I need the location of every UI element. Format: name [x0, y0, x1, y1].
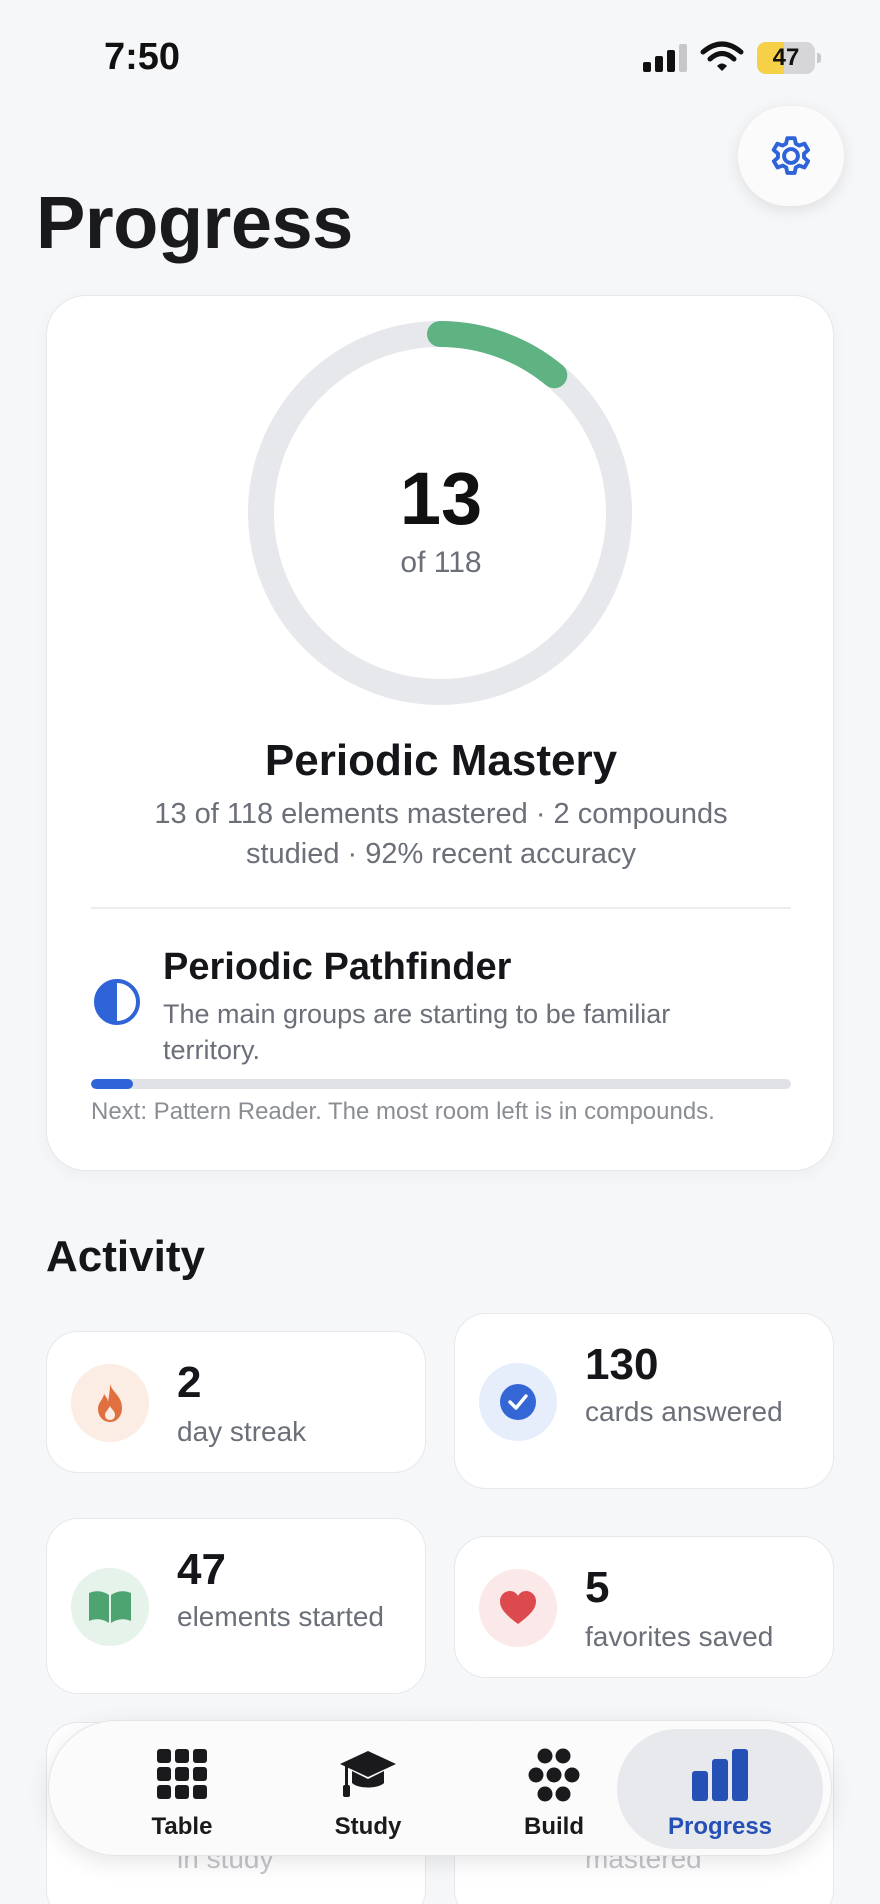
grid-icon — [157, 1749, 207, 1799]
bar-chart-icon — [692, 1749, 748, 1801]
half-circle-icon — [94, 979, 140, 1025]
rank-progress-bar — [91, 1079, 791, 1089]
wifi-icon — [700, 41, 744, 71]
rank-next: Next: Pattern Reader. The most room left… — [91, 1098, 715, 1125]
heart-icon — [479, 1569, 557, 1647]
activity-title: Activity — [46, 1232, 205, 1281]
tab-study[interactable]: Study — [275, 1721, 461, 1857]
cellular-signal-icon — [643, 44, 687, 72]
flame-icon — [71, 1364, 149, 1442]
tab-table[interactable]: Table — [89, 1721, 275, 1857]
elements-started-label: elements started — [177, 1601, 384, 1632]
checkmark-icon — [479, 1363, 557, 1441]
mastery-card: 13 of 118 Periodic Mastery 13 of 118 ele… — [46, 295, 834, 1171]
status-bar: 7:50 47 — [0, 0, 880, 120]
cards-answered-label: cards answered — [585, 1396, 783, 1427]
page-title: Progress — [36, 181, 353, 264]
book-icon — [71, 1568, 149, 1646]
rank-progress-fill — [91, 1079, 133, 1089]
cards-answered-value: 130 — [585, 1340, 659, 1389]
gear-icon — [771, 136, 811, 175]
divider — [91, 907, 791, 909]
favorites-card[interactable]: 5 favorites saved — [454, 1536, 834, 1678]
elements-started-card[interactable]: 47 elements started — [46, 1518, 426, 1694]
atoms-icon — [528, 1748, 580, 1802]
tab-progress-label: Progress — [667, 1813, 773, 1840]
elements-started-value: 47 — [177, 1545, 226, 1594]
mastery-title: Periodic Mastery — [264, 736, 618, 785]
mastery-count: 13 — [399, 457, 483, 540]
streak-card[interactable]: 2 day streak — [46, 1331, 426, 1473]
battery-percent: 47 — [772, 44, 800, 71]
tab-study-label: Study — [334, 1813, 402, 1840]
tab-progress[interactable]: Progress — [617, 1729, 823, 1849]
favorites-label: favorites saved — [585, 1621, 774, 1652]
mastery-total: of 118 — [400, 546, 482, 579]
tab-bar: Table Study Build Progress — [48, 1720, 832, 1856]
tab-table-label: Table — [151, 1813, 213, 1840]
battery-indicator: 47 — [757, 42, 821, 74]
graduation-cap-icon — [340, 1751, 396, 1797]
status-time: 7:50 — [104, 36, 181, 78]
streak-value: 2 — [177, 1358, 202, 1407]
rank-title: Periodic Pathfinder — [163, 946, 512, 988]
settings-button[interactable] — [738, 106, 844, 206]
favorites-value: 5 — [585, 1563, 610, 1612]
rank-description: The main groups are starting to be famil… — [163, 999, 671, 1065]
mastery-stats: 13 of 118 elements mastered · 2 compound… — [154, 798, 728, 870]
streak-label: day streak — [177, 1416, 307, 1447]
cards-answered-card[interactable]: 130 cards answered — [454, 1313, 834, 1489]
